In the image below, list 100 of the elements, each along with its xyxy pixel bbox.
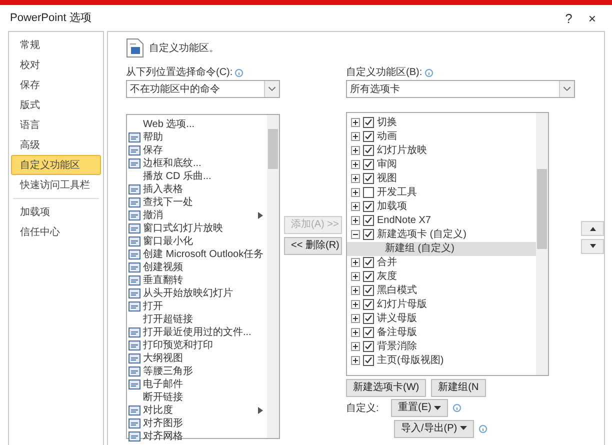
checkbox[interactable] — [363, 341, 374, 352]
checkbox[interactable] — [363, 285, 374, 296]
tree-tab-item[interactable]: 加载项 — [347, 200, 536, 214]
expand-icon[interactable] — [351, 132, 360, 141]
commands-source-dropdown[interactable]: 不在功能区中的命令 — [126, 80, 280, 98]
sidebar-item[interactable]: 校对 — [11, 55, 101, 75]
expand-icon[interactable] — [351, 272, 360, 281]
tree-tab-item[interactable]: 视图 — [347, 172, 536, 186]
move-down-button[interactable] — [581, 238, 604, 254]
expand-icon[interactable] — [351, 314, 360, 323]
tree-tab-item[interactable]: 合并 — [347, 256, 536, 270]
expand-icon[interactable] — [351, 118, 360, 127]
tree-group-item[interactable]: 新建组 (自定义) — [347, 242, 536, 256]
sidebar-item[interactable]: 加载项 — [11, 202, 101, 222]
expand-icon[interactable] — [351, 216, 360, 225]
command-item[interactable]: 对比度 — [143, 404, 173, 416]
tree-tab-item[interactable]: 背景消除 — [347, 340, 536, 354]
new-tab-button[interactable]: 新建选项卡(W) — [346, 378, 426, 396]
command-item[interactable]: 电子邮件 — [143, 378, 183, 390]
command-item[interactable]: 帮助 — [143, 130, 163, 144]
checkbox[interactable] — [363, 313, 374, 324]
command-item[interactable]: 大纲视图 — [143, 352, 183, 364]
command-item[interactable]: 垂直翻转 — [143, 274, 183, 286]
chevron-icon[interactable] — [264, 81, 280, 97]
checkbox[interactable] — [363, 229, 374, 240]
command-item[interactable]: 插入表格 — [143, 182, 183, 196]
sidebar-item[interactable]: 高级 — [11, 135, 101, 155]
checkbox[interactable] — [363, 355, 374, 366]
expand-icon[interactable] — [351, 342, 360, 351]
scrollbar[interactable] — [267, 115, 280, 438]
tree-tab-item[interactable]: 灰度 — [347, 270, 536, 284]
checkbox[interactable] — [363, 145, 374, 156]
tree-tab-item[interactable]: 审阅 — [347, 158, 536, 172]
checkbox[interactable] — [363, 215, 374, 226]
expand-icon[interactable] — [351, 146, 360, 155]
command-item[interactable]: 等腰三角形 — [143, 364, 193, 378]
command-item[interactable]: 窗口最小化 — [143, 234, 193, 248]
sidebar-item[interactable]: 版式 — [11, 95, 101, 115]
command-item[interactable]: 打印预览和打印 — [143, 338, 213, 352]
checkbox[interactable] — [363, 201, 374, 212]
checkbox[interactable] — [363, 159, 374, 170]
new-group-button[interactable]: 新建组(N — [431, 378, 486, 396]
command-item[interactable]: 保存 — [143, 144, 163, 156]
expand-icon[interactable] — [351, 258, 360, 267]
collapse-icon[interactable] — [351, 230, 360, 239]
sidebar-item[interactable]: 信任中心 — [11, 222, 101, 242]
checkbox[interactable] — [363, 117, 374, 128]
tree-tab-item[interactable]: 讲义母版 — [347, 312, 536, 326]
tree-tab-item[interactable]: 动画 — [347, 130, 536, 144]
command-item[interactable]: 窗口式幻灯片放映 — [143, 222, 223, 234]
sidebar-item[interactable]: 保存 — [11, 75, 101, 95]
expand-icon[interactable] — [351, 328, 360, 337]
checkbox[interactable] — [363, 257, 374, 268]
command-item[interactable]: Web 选项... — [143, 118, 194, 130]
command-item[interactable]: 对齐图形 — [143, 416, 183, 430]
tree-tab-item[interactable]: 切换 — [347, 116, 536, 130]
scrollbar[interactable] — [536, 113, 548, 375]
tree-tab-item[interactable]: 幻灯片母版 — [347, 298, 536, 312]
command-item[interactable]: 撤消 — [143, 208, 163, 222]
remove-button[interactable]: << 删除(R) — [284, 236, 342, 254]
sidebar-item[interactable]: 自定义功能区 — [11, 155, 101, 175]
command-item[interactable]: 创建 Microsoft Outlook任务 — [143, 248, 264, 260]
tree-tab-item[interactable]: 开发工具 — [347, 186, 536, 200]
sidebar-item[interactable]: 常规 — [11, 35, 101, 55]
command-item[interactable]: 断开链接 — [143, 390, 183, 404]
tree-tab-item[interactable]: 备注母版 — [347, 326, 536, 340]
command-item[interactable]: 对齐网格 — [143, 430, 183, 442]
command-item[interactable]: 打开超链接 — [143, 312, 193, 326]
reset-button[interactable]: 重置(E) — [391, 399, 448, 417]
ribbon-tabs-dropdown[interactable]: 所有选项卡 — [346, 80, 575, 98]
command-item[interactable]: 查找下一处 — [143, 196, 193, 208]
close-button[interactable]: × — [580, 12, 604, 24]
checkbox[interactable] — [363, 173, 374, 184]
command-item[interactable]: 边框和底纹... — [143, 156, 202, 170]
tree-tab-item[interactable]: 幻灯片放映 — [347, 144, 536, 158]
expand-icon[interactable] — [351, 188, 360, 197]
expand-icon[interactable] — [351, 300, 360, 309]
expand-icon[interactable] — [351, 160, 360, 169]
import-export-button[interactable]: 导入/导出(P) — [394, 420, 474, 438]
checkbox[interactable] — [363, 131, 374, 142]
checkbox[interactable] — [363, 271, 374, 282]
sidebar-item[interactable]: 快速访问工具栏 — [11, 175, 101, 195]
expand-icon[interactable] — [351, 174, 360, 183]
checkbox[interactable] — [363, 299, 374, 310]
tree-tab-item[interactable]: 黑白模式 — [347, 284, 536, 298]
tree-tab-item[interactable]: EndNote X7 — [347, 214, 536, 228]
chevron-icon[interactable] — [559, 81, 574, 97]
sidebar-item[interactable]: 语言 — [11, 115, 101, 135]
checkbox[interactable] — [363, 327, 374, 338]
expand-icon[interactable] — [351, 202, 360, 211]
command-item[interactable]: 打开 — [143, 300, 163, 312]
command-item[interactable]: 播放 CD 乐曲... — [143, 170, 212, 182]
help-button[interactable]: ? — [557, 12, 580, 24]
expand-icon[interactable] — [351, 356, 360, 365]
command-item[interactable]: 从头开始放映幻灯片 — [143, 286, 233, 300]
command-item[interactable]: 创建视频 — [143, 260, 183, 274]
tree-tab-item[interactable]: 主页(母版视图) — [347, 354, 536, 368]
checkbox[interactable] — [363, 187, 374, 198]
command-item[interactable]: 打开最近使用过的文件... — [143, 326, 252, 338]
expand-icon[interactable] — [351, 286, 360, 295]
